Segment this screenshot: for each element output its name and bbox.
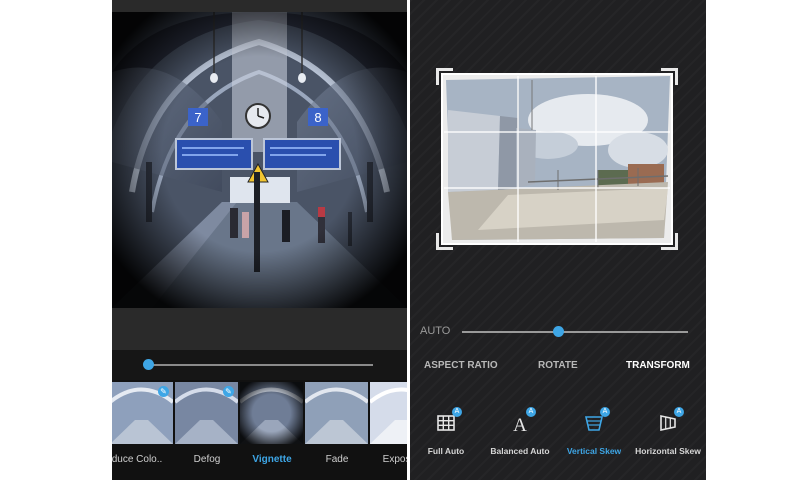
tool-label-active: Vertical Skew — [566, 446, 622, 456]
auto-badge-icon: A — [600, 407, 610, 417]
tool-label: Balanced Auto — [490, 446, 550, 456]
tool-full-auto[interactable]: A Full Auto — [410, 407, 482, 456]
crop-corner-handle[interactable] — [436, 233, 453, 250]
tool-label: Horizontal Skew — [635, 446, 701, 456]
toolbar-spacer — [112, 308, 407, 350]
slider-track — [150, 364, 373, 366]
right-editor-screen: AUTO ASPECT RATIO ROTATE TRANSFORM A Ful… — [410, 0, 706, 480]
edit-badge-icon: ✎ — [223, 386, 234, 397]
filter-thumb-fade[interactable] — [305, 382, 368, 444]
tool-label: Full Auto — [427, 446, 465, 456]
horizontal-skew-icon: A — [657, 407, 684, 434]
edit-badge-icon: ✎ — [158, 386, 169, 397]
letter-a-icon: A A — [509, 407, 536, 436]
auto-badge-icon: A — [526, 407, 536, 417]
filter-strip: ✎ ✎ duce Colo.. Defog Vignette Fade Expo… — [112, 380, 407, 480]
edited-photo: 7 8 — [112, 12, 407, 308]
crop-corner-handle[interactable] — [661, 233, 678, 250]
crop-frame[interactable] — [436, 68, 678, 250]
filter-label[interactable]: Defog — [174, 454, 240, 465]
crop-corner-handle[interactable] — [661, 68, 678, 85]
auto-slider-track[interactable] — [462, 331, 688, 333]
tab-aspect-ratio[interactable]: ASPECT RATIO — [424, 360, 498, 371]
filter-thumb-vignette[interactable] — [240, 382, 303, 444]
filter-label[interactable]: duce Colo.. — [112, 454, 170, 465]
filter-label-active[interactable]: Vignette — [239, 454, 305, 465]
auto-label: AUTO — [420, 325, 451, 337]
svg-text:A: A — [513, 415, 527, 434]
tool-horizontal-skew[interactable]: A Horizontal Skew — [632, 407, 704, 456]
status-bar — [112, 0, 407, 12]
tab-rotate[interactable]: ROTATE — [538, 360, 578, 371]
auto-badge-icon: A — [452, 407, 462, 417]
tab-transform[interactable]: TRANSFORM — [626, 360, 690, 371]
auto-slider-knob[interactable] — [553, 326, 564, 337]
slider-knob[interactable] — [143, 359, 154, 370]
crop-corner-handle[interactable] — [436, 68, 453, 85]
tool-balanced-auto[interactable]: A A Balanced Auto — [484, 407, 556, 456]
filter-thumb-exposure[interactable] — [370, 382, 407, 444]
tool-vertical-skew[interactable]: A Vertical Skew — [558, 407, 630, 456]
auto-badge-icon: A — [674, 407, 684, 417]
filter-label[interactable]: Exposur — [368, 454, 407, 465]
filter-thumb-reduce-color[interactable]: ✎ — [112, 382, 173, 444]
filter-label[interactable]: Fade — [304, 454, 370, 465]
filter-thumb-defog[interactable]: ✎ — [175, 382, 238, 444]
grid-icon: A — [435, 407, 462, 434]
left-editor-screen: 7 8 ✎ — [112, 0, 407, 480]
vertical-skew-icon: A — [583, 407, 610, 434]
intensity-slider[interactable] — [112, 350, 407, 380]
